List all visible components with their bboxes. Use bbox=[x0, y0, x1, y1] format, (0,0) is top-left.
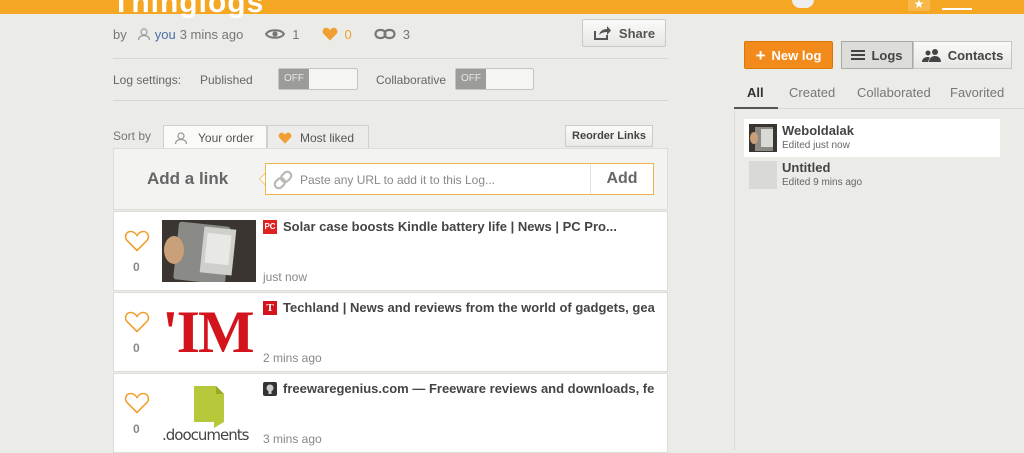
link-row[interactable]: 0 .doocuments freewaregenius.com — Freew… bbox=[113, 373, 668, 453]
thumb-text: .doocuments bbox=[162, 426, 249, 444]
author-link[interactable]: you bbox=[155, 27, 176, 42]
thumb-text: 'IM bbox=[162, 301, 255, 363]
log-name: Weboldalak bbox=[782, 123, 855, 138]
tab-collaborated[interactable]: Collaborated bbox=[857, 85, 931, 100]
heart-outline-icon[interactable] bbox=[124, 230, 150, 252]
add-link-panel: Add a link Paste any URL to add it to th… bbox=[113, 148, 668, 210]
heart-outline-icon[interactable] bbox=[124, 392, 150, 414]
top-bar: Thinglogs ★ bbox=[0, 0, 1024, 19]
tab-created[interactable]: Created bbox=[789, 85, 835, 100]
log-edited: Edited just now bbox=[782, 140, 850, 151]
heart-icon bbox=[322, 27, 337, 41]
contacts-label: Contacts bbox=[947, 47, 1004, 63]
new-log-label: New log bbox=[771, 47, 822, 63]
tab-favorited[interactable]: Favorited bbox=[950, 85, 1004, 100]
log-item[interactable]: Weboldalak Edited just now bbox=[744, 119, 1000, 157]
divider bbox=[113, 100, 668, 101]
heart-icon bbox=[278, 132, 292, 144]
url-input[interactable]: Paste any URL to add it to this Log... A… bbox=[265, 163, 654, 195]
url-placeholder: Paste any URL to add it to this Log... bbox=[300, 173, 495, 187]
link-time: 3 mins ago bbox=[263, 432, 322, 446]
share-icon bbox=[593, 26, 611, 40]
collaborative-toggle[interactable]: OFF bbox=[455, 68, 534, 90]
link-thumbnail[interactable]: 'IM bbox=[162, 301, 256, 363]
log-meta: by you 3 mins ago 1 0 3 bbox=[113, 26, 410, 42]
time-ago: 3 mins ago bbox=[179, 26, 244, 42]
published-toggle[interactable]: OFF bbox=[278, 68, 358, 90]
links-stat: 3 bbox=[374, 27, 410, 42]
log-thumbnail bbox=[749, 124, 777, 152]
link-time: just now bbox=[263, 270, 308, 284]
tab-your-order[interactable]: Your order bbox=[163, 125, 267, 149]
new-log-button[interactable]: + New log bbox=[744, 41, 833, 69]
share-label: Share bbox=[618, 25, 656, 41]
likes-count: 0 bbox=[344, 26, 352, 42]
views-stat: 1 bbox=[265, 26, 300, 42]
links-count: 3 bbox=[402, 26, 410, 42]
collaborative-state: OFF bbox=[456, 69, 486, 89]
star-icon[interactable]: ★ bbox=[908, 0, 930, 11]
link-row[interactable]: 0 'IM T Techland | News and reviews from… bbox=[113, 292, 668, 372]
link-row[interactable]: 0 PC Solar case boosts Kindle battery li… bbox=[113, 211, 668, 291]
like-count: 0 bbox=[133, 341, 140, 355]
like-count: 0 bbox=[133, 422, 140, 436]
user-icon bbox=[137, 28, 150, 41]
sidebar-border bbox=[734, 110, 735, 450]
views-count: 1 bbox=[292, 26, 300, 42]
reorder-links-button[interactable]: Reorder Links bbox=[565, 125, 653, 147]
link-thumbnail[interactable]: .doocuments bbox=[162, 382, 256, 444]
likes-stat: 0 bbox=[322, 27, 352, 42]
share-button[interactable]: Share bbox=[582, 19, 666, 47]
chain-link-icon bbox=[273, 170, 293, 190]
like-count: 0 bbox=[133, 260, 140, 274]
eye-icon bbox=[265, 29, 286, 39]
link-title[interactable]: freewaregenius.com — Freeware reviews an… bbox=[283, 381, 663, 396]
heart-outline-icon[interactable] bbox=[124, 311, 150, 333]
link-time: 2 mins ago bbox=[263, 351, 322, 365]
pc-pro-favicon: PC bbox=[263, 220, 277, 234]
link-thumbnail[interactable] bbox=[162, 220, 256, 282]
log-edited: Edited 9 mins ago bbox=[782, 177, 863, 188]
logs-button[interactable]: Logs bbox=[841, 41, 913, 69]
log-thumbnail bbox=[749, 161, 777, 189]
user-avatar[interactable] bbox=[792, 0, 814, 8]
active-tab-indicator bbox=[734, 107, 778, 109]
app-logo[interactable]: Thinglogs bbox=[112, 0, 264, 20]
published-state: OFF bbox=[279, 69, 309, 89]
divider bbox=[113, 58, 668, 59]
contacts-icon bbox=[921, 49, 941, 62]
sort-by-label: Sort by bbox=[113, 129, 152, 143]
tab-most-liked[interactable]: Most liked bbox=[267, 125, 369, 149]
link-icon bbox=[374, 28, 396, 40]
log-name: Untitled bbox=[782, 160, 831, 175]
published-label: Published bbox=[200, 73, 253, 87]
tab-label: Your order bbox=[198, 130, 254, 145]
list-icon bbox=[851, 50, 866, 60]
link-title[interactable]: Solar case boosts Kindle battery life | … bbox=[283, 219, 663, 234]
by-label: by bbox=[113, 26, 127, 42]
freewaregenius-favicon bbox=[263, 382, 277, 396]
log-settings-label: Log settings: bbox=[113, 73, 182, 87]
user-icon bbox=[174, 131, 188, 144]
log-item[interactable]: Untitled Edited 9 mins ago bbox=[744, 156, 1000, 194]
link-title[interactable]: Techland | News and reviews from the wor… bbox=[283, 300, 663, 315]
contacts-button[interactable]: Contacts bbox=[913, 41, 1012, 69]
time-techland-favicon: T bbox=[263, 301, 277, 315]
logs-label: Logs bbox=[871, 47, 903, 63]
tab-all[interactable]: All bbox=[747, 85, 764, 100]
tab-label: Most liked bbox=[300, 130, 355, 145]
menu-icon[interactable] bbox=[942, 0, 972, 10]
add-button[interactable]: Add bbox=[590, 164, 653, 194]
collaborative-label: Collaborative bbox=[376, 73, 447, 87]
plus-icon: + bbox=[755, 45, 766, 65]
add-link-label: Add a link bbox=[147, 169, 229, 188]
